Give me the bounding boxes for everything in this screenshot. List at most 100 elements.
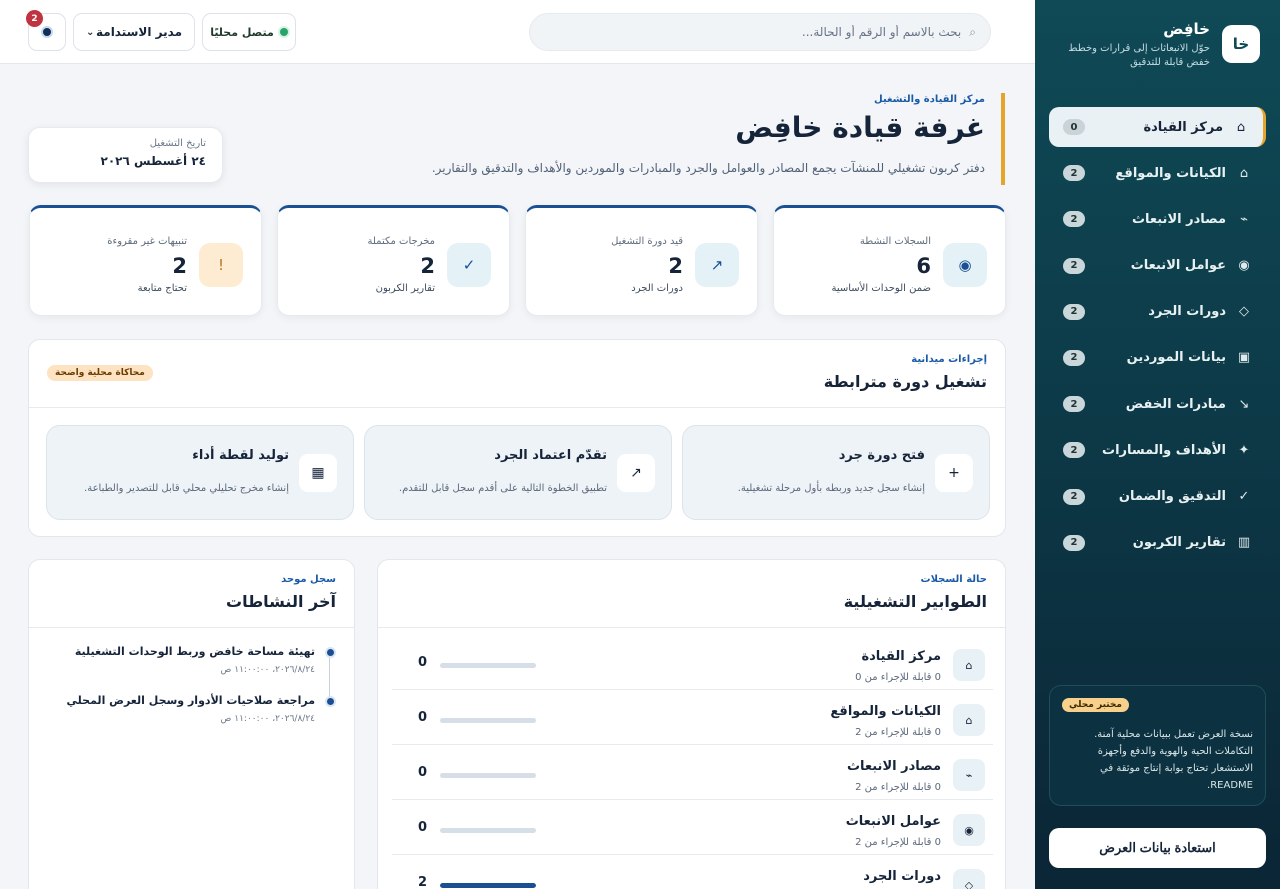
sidebar-item-supplier[interactable]: ▣ بيانات الموردين 2 [1049, 338, 1266, 378]
queue-name: عوامل الانبعاث [845, 814, 941, 829]
queue-subtitle: 0 قابلة للإجراء من 2 [855, 782, 941, 793]
notification-icon [41, 26, 53, 38]
activity-timestamp: ٢٠٢٦/٨/٢٤، ١١:٠٠:٠٠ ص [220, 665, 316, 675]
sidebar-item-label: مصادر الانبعاث [1131, 211, 1226, 227]
target-icon: ✦ [1238, 442, 1250, 458]
sidebar-item-count: 2 [1063, 349, 1085, 366]
chevron-down-icon: ⌄ [86, 26, 95, 38]
queue-row[interactable]: ⌂ الكيانات والمواقع 0 قابلة للإجراء من 2 0 [392, 690, 993, 745]
sidebar-item-report[interactable]: ▥ تقارير الكربون 2 [1049, 523, 1266, 563]
sidebar-item-label: الكيانات والمواقع [1115, 165, 1226, 181]
sidebar-item-check[interactable]: ✓ التدقيق والضمان 2 [1049, 477, 1266, 517]
source-icon: ⌁ [953, 759, 985, 791]
divider [29, 627, 354, 628]
brand-name: خافِض [1163, 20, 1210, 38]
notifications-button[interactable]: 2 [26, 10, 66, 51]
search-input[interactable] [544, 25, 962, 39]
operational-queues-panel: حالة السجلات الطوابير التشغيلية ⌂ مركز ال… [377, 559, 1006, 889]
queue-count: 0 [418, 655, 428, 670]
action-description: إنشاء سجل جديد وربطه بأول مرحلة تشغيلية. [737, 483, 925, 494]
stat-card: ! تنبيهات غير مقروءة 2 تحتاج متابعة [29, 205, 262, 316]
connection-status[interactable]: متصل محليًا [202, 13, 296, 51]
sidebar-item-label: مركز القيادة [1143, 119, 1223, 135]
field-actions-panel: إجراءات ميدانية تشغيل دورة مترابطة محاكا… [28, 339, 1006, 537]
stat-subtitle: ضمن الوحدات الأساسية [831, 283, 931, 294]
local-lab-text: نسخة العرض تعمل ببيانات محلية آمنة. التك… [1094, 729, 1253, 791]
local-lab-badge: مختبر محلي [1062, 698, 1129, 712]
action-title: فتح دورة جرد [838, 448, 925, 463]
stat-label: قيد دورة التشغيل [611, 236, 683, 247]
panel-title: آخر النشاطات [225, 592, 336, 611]
queue-progress-fill [440, 883, 536, 888]
arrow-up-right-icon: ↗ [695, 243, 739, 287]
sidebar-item-count: 2 [1063, 396, 1085, 413]
restore-demo-data-button[interactable]: استعادة بيانات العرض [1049, 828, 1266, 868]
action-card[interactable]: + فتح دورة جرد إنشاء سجل جديد وربطه بأول م… [682, 425, 990, 520]
page-header: مركز القيادة والتشغيل غرفة قيادة خافِض د… [295, 93, 1005, 185]
sidebar-item-building[interactable]: ⌂ الكيانات والمواقع 2 [1049, 153, 1266, 193]
action-title: تقدّم اعتماد الجرد [494, 448, 607, 463]
sidebar-item-count: 0 [1063, 119, 1085, 135]
stat-label: مخرجات مكتملة [367, 236, 436, 247]
action-card[interactable]: ▦ توليد لقطة أداء إنشاء مخرج تحليلي محلي ق… [46, 425, 354, 520]
plus-icon: + [935, 454, 973, 492]
stat-label: تنبيهات غير مقروءة [107, 236, 187, 247]
records-icon: ◉ [943, 243, 987, 287]
queue-name: مركز القيادة [861, 649, 941, 664]
sidebar-item-label: مبادرات الخفض [1125, 396, 1226, 412]
queue-count: 0 [418, 765, 428, 780]
activity-title: تهيئة مساحة خافض وربط الوحدات التشغيلية [74, 645, 315, 658]
stat-card: ◉ السجلات النشطة 6 ضمن الوحدات الأساسية [773, 205, 1006, 316]
sidebar-item-cycle[interactable]: ◇ دورات الجرد 2 [1049, 292, 1266, 332]
action-title: توليد لقطة أداء [192, 448, 289, 463]
queue-subtitle: 0 قابلة للإجراء من 0 [855, 672, 941, 683]
sidebar-item-target[interactable]: ✦ الأهداف والمسارات 2 [1049, 430, 1266, 470]
queue-row[interactable]: ⌂ مركز القيادة 0 قابلة للإجراء من 0 0 [392, 635, 993, 690]
sidebar-item-source[interactable]: ⌁ مصادر الانبعاث 2 [1049, 199, 1266, 239]
check-icon: ✓ [447, 243, 491, 287]
sidebar-item-label: تقارير الكربون [1132, 535, 1226, 551]
panel-title: الطوابير التشغيلية [843, 592, 987, 611]
sidebar-item-reduction[interactable]: ↘ مبادرات الخفض 2 [1049, 384, 1266, 424]
queue-row[interactable]: ◇ دورات الجرد 2 [392, 855, 993, 889]
stat-subtitle: دورات الجرد [631, 283, 683, 294]
panel-eyebrow: حالة السجلات [920, 574, 987, 585]
action-card[interactable]: ↗ تقدّم اعتماد الجرد تطبيق الخطوة التالية … [364, 425, 672, 520]
stat-value: 2 [420, 254, 435, 278]
check-icon: ✓ [1238, 489, 1250, 504]
alert-icon: ! [199, 243, 243, 287]
home-icon: ⌂ [1236, 119, 1246, 135]
stat-value: 6 [916, 254, 931, 278]
supplier-icon: ▣ [1237, 350, 1251, 366]
reduction-icon: ↘ [1238, 396, 1250, 412]
sidebar-item-count: 2 [1063, 257, 1085, 274]
queue-progress-bar [440, 828, 536, 833]
top-bar: ⌕ متصل محليًا مدير الاستدامة ⌄ 2 [0, 0, 1035, 64]
queue-name: الكيانات والمواقع [830, 704, 941, 719]
queue-row[interactable]: ⌁ مصادر الانبعاث 0 قابلة للإجراء من 2 0 [392, 745, 993, 800]
sidebar-item-label: دورات الجرد [1148, 304, 1226, 320]
search-icon: ⌕ [969, 24, 976, 39]
snapshot-icon: ▦ [299, 454, 337, 492]
role-select[interactable]: مدير الاستدامة ⌄ [73, 13, 195, 51]
sidebar-item-home[interactable]: ⌂ مركز القيادة 0 [1049, 107, 1266, 147]
timeline-dot-icon [327, 698, 334, 705]
queue-row[interactable]: ◉ عوامل الانبعاث 0 قابلة للإجراء من 2 0 [392, 800, 993, 855]
stat-label: السجلات النشطة [859, 236, 931, 247]
sidebar-item-factor[interactable]: ◉ عوامل الانبعاث 2 [1049, 246, 1266, 286]
brand: خا خافِض حوّل الانبعاثات إلى قرارات وخطط… [1049, 20, 1264, 70]
factor-icon: ◉ [1238, 258, 1250, 274]
operation-date-value: ٢٤ أغسطس ٢٠٢٦ [100, 154, 206, 168]
brand-tagline: حوّل الانبعاثات إلى قرارات وخطط خفض قابل… [1068, 43, 1210, 68]
sidebar-item-count: 2 [1063, 303, 1085, 320]
search-box[interactable]: ⌕ [529, 13, 991, 51]
queue-name: دورات الجرد [863, 869, 941, 884]
queue-progress-bar [440, 773, 536, 778]
operation-date-label: تاريخ التشغيل [149, 138, 206, 149]
home-icon: ⌂ [953, 649, 985, 681]
factor-icon: ◉ [953, 814, 985, 846]
cycle-icon: ◇ [953, 869, 985, 889]
notification-count-badge: 2 [26, 10, 43, 27]
sidebar-item-count: 2 [1063, 488, 1085, 505]
queue-subtitle: 0 قابلة للإجراء من 2 [855, 837, 941, 848]
